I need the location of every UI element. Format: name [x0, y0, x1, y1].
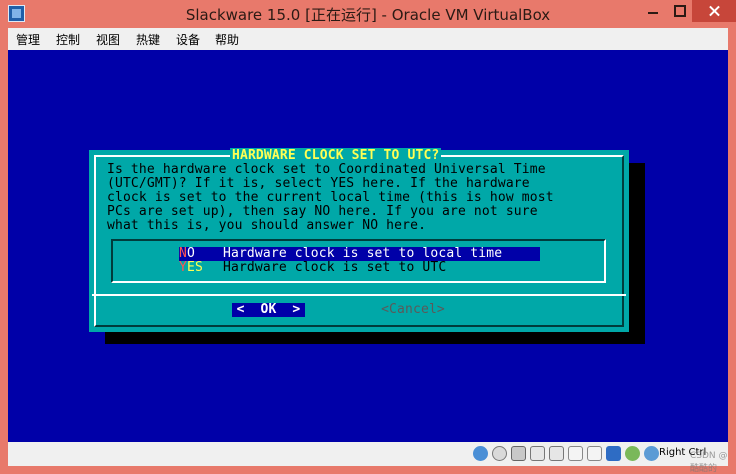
option-no-hotkey: N: [179, 246, 187, 261]
menu-help[interactable]: 帮助: [215, 31, 239, 48]
menu-devices[interactable]: 设备: [176, 31, 200, 48]
dialog-shadow-right: [629, 163, 645, 343]
network-icon[interactable]: [530, 446, 545, 461]
option-yes-tag[interactable]: YES: [179, 261, 203, 275]
menu-view[interactable]: 视图: [96, 31, 120, 48]
cancel-button[interactable]: <Cancel>: [377, 303, 449, 317]
dialog-text-line: what this is, you should answer NO here.: [107, 218, 427, 233]
option-yes-description[interactable]: Hardware clock is set to UTC: [223, 261, 446, 275]
window-titlebar[interactable]: Slackware 15.0 [正在运行] - Oracle VM Virtua…: [0, 0, 736, 28]
close-button[interactable]: [692, 0, 736, 22]
option-no-description[interactable]: Hardware clock is set to local time: [223, 247, 502, 261]
optical-drive-icon[interactable]: [492, 446, 507, 461]
dialog-text-line: (UTC/GMT)? If it is, select YES here. If…: [107, 176, 530, 191]
display-icon[interactable]: [587, 446, 602, 461]
dialog-text-line: PCs are set up), then say NO here. If yo…: [107, 204, 538, 219]
hard-disk-icon[interactable]: [473, 446, 488, 461]
option-yes-hotkey: Y: [179, 260, 187, 275]
option-no-tag[interactable]: NO: [179, 247, 195, 261]
virtualization-icon[interactable]: [625, 446, 640, 461]
option-yes-tag-rest: ES: [186, 260, 203, 275]
dialog-text-line: clock is set to the current local time (…: [107, 190, 554, 205]
status-bar: Right Ctrl CSDN @酷酷的: [8, 442, 728, 474]
dialog-shadow-bottom: [105, 332, 645, 344]
usb-icon[interactable]: [549, 446, 564, 461]
window-title: Slackware 15.0 [正在运行] - Oracle VM Virtua…: [185, 6, 551, 24]
ok-button[interactable]: < OK >: [232, 303, 305, 317]
menu-hotkeys[interactable]: 热键: [136, 31, 160, 48]
menu-manage[interactable]: 管理: [16, 31, 40, 48]
watermark-text: CSDN @酷酷的: [690, 451, 728, 474]
menu-control[interactable]: 控制: [56, 31, 80, 48]
button-divider: [92, 294, 626, 296]
maximize-button[interactable]: [666, 0, 692, 22]
shared-folders-icon[interactable]: [568, 446, 583, 461]
option-no-tag-rest: O: [186, 246, 195, 261]
mouse-integration-icon[interactable]: [644, 446, 659, 461]
minimize-button[interactable]: [640, 0, 666, 22]
audio-icon[interactable]: [511, 446, 526, 461]
recording-icon[interactable]: [606, 446, 621, 461]
dialog-text-line: Is the hardware clock set to Coordinated…: [107, 162, 546, 177]
menu-bar: 管理 控制 视图 热键 设备 帮助: [8, 28, 728, 50]
